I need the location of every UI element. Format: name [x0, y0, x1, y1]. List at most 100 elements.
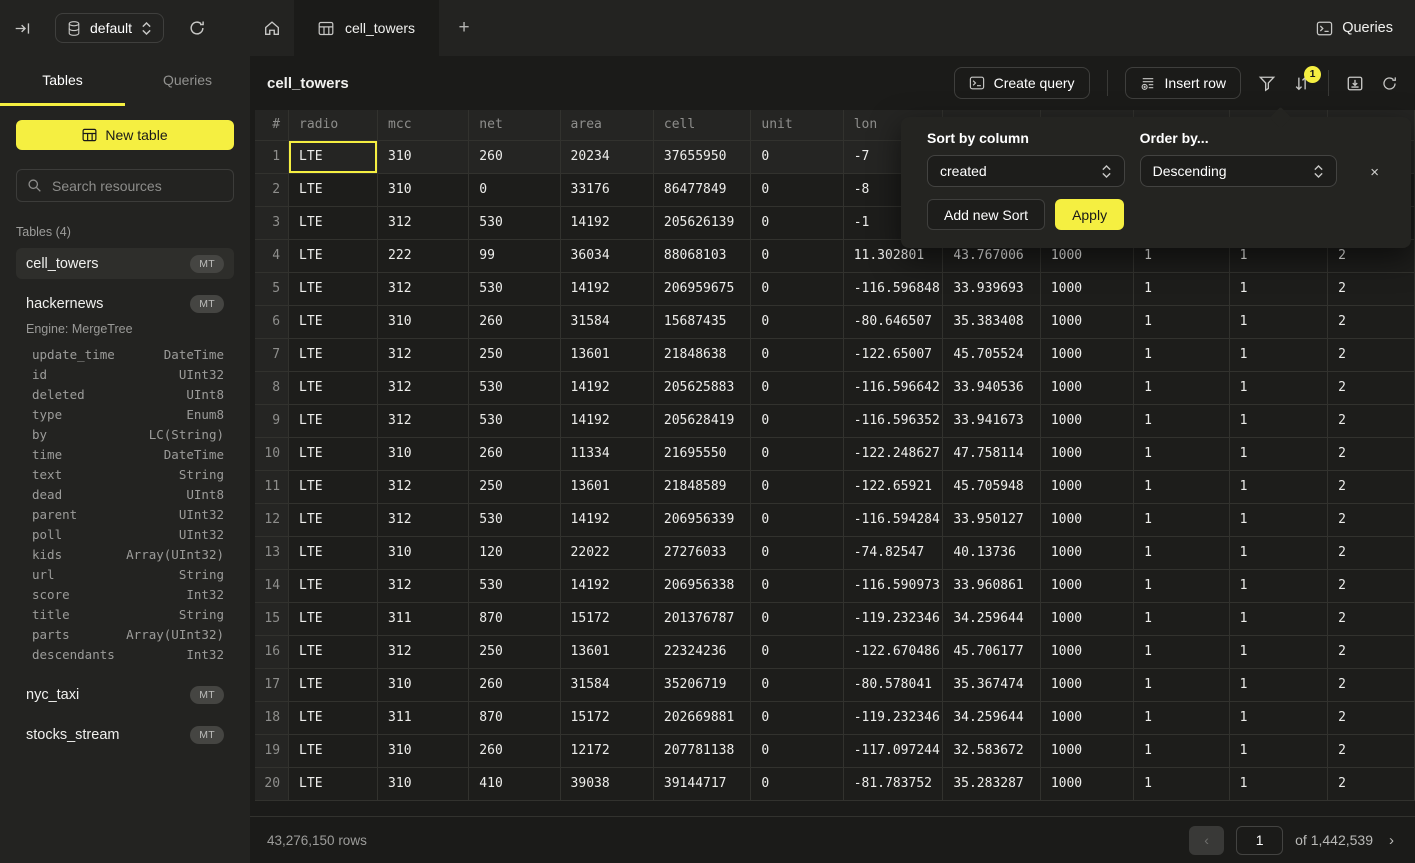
- table-cell[interactable]: 0: [469, 173, 560, 206]
- table-cell[interactable]: 870: [469, 602, 560, 635]
- table-cell[interactable]: -116.596642: [843, 371, 943, 404]
- table-cell[interactable]: 310: [378, 173, 469, 206]
- table-cell[interactable]: 35.383408: [943, 305, 1041, 338]
- table-cell[interactable]: -116.590973: [843, 569, 943, 602]
- search-input[interactable]: [50, 177, 223, 195]
- table-cell[interactable]: 14192: [560, 206, 653, 239]
- table-cell[interactable]: 88068103: [653, 239, 751, 272]
- table-cell[interactable]: 12172: [560, 734, 653, 767]
- sidebar-item-stocks-stream[interactable]: stocks_stream MT: [16, 719, 234, 750]
- table-cell[interactable]: LTE: [289, 437, 378, 470]
- table-cell[interactable]: 1000: [1040, 404, 1133, 437]
- table-cell[interactable]: 22022: [560, 536, 653, 569]
- table-cell[interactable]: 1000: [1040, 701, 1133, 734]
- table-cell[interactable]: -119.232346: [843, 602, 943, 635]
- table-cell[interactable]: 2: [1328, 668, 1415, 701]
- table-cell[interactable]: LTE: [289, 635, 378, 668]
- table-cell[interactable]: 260: [469, 140, 560, 173]
- table-cell[interactable]: 37655950: [653, 140, 751, 173]
- table-cell[interactable]: LTE: [289, 569, 378, 602]
- table-cell[interactable]: 1: [1229, 536, 1328, 569]
- table-cell[interactable]: 0: [751, 437, 843, 470]
- table-cell[interactable]: 36034: [560, 239, 653, 272]
- queries-button[interactable]: Queries: [1316, 0, 1393, 56]
- row-number[interactable]: 10: [255, 437, 289, 470]
- table-cell[interactable]: 310: [378, 140, 469, 173]
- table-cell[interactable]: 410: [469, 767, 560, 800]
- collapse-sidebar-icon[interactable]: [14, 20, 31, 37]
- new-tab-button[interactable]: +: [439, 0, 489, 56]
- column-header-unit[interactable]: unit: [751, 110, 843, 140]
- table-cell[interactable]: 21848589: [653, 470, 751, 503]
- table-cell[interactable]: LTE: [289, 767, 378, 800]
- table-cell[interactable]: 35206719: [653, 668, 751, 701]
- table-cell[interactable]: 0: [751, 701, 843, 734]
- table-cell[interactable]: -116.594284: [843, 503, 943, 536]
- sort-order-select[interactable]: Descending: [1140, 155, 1338, 187]
- table-cell[interactable]: LTE: [289, 470, 378, 503]
- table-cell[interactable]: 15687435: [653, 305, 751, 338]
- table-cell[interactable]: 2: [1328, 734, 1415, 767]
- table-cell[interactable]: 1: [1229, 305, 1328, 338]
- table-cell[interactable]: 312: [378, 206, 469, 239]
- table-cell[interactable]: 201376787: [653, 602, 751, 635]
- table-cell[interactable]: LTE: [289, 734, 378, 767]
- table-cell[interactable]: 33.950127: [943, 503, 1041, 536]
- row-number[interactable]: 12: [255, 503, 289, 536]
- table-cell[interactable]: 530: [469, 206, 560, 239]
- table-cell[interactable]: 202669881: [653, 701, 751, 734]
- table-cell[interactable]: 1000: [1040, 437, 1133, 470]
- table-cell[interactable]: -80.646507: [843, 305, 943, 338]
- table-cell[interactable]: 13601: [560, 470, 653, 503]
- table-cell[interactable]: 1: [1229, 371, 1328, 404]
- row-number[interactable]: 15: [255, 602, 289, 635]
- table-cell[interactable]: 27276033: [653, 536, 751, 569]
- table-cell[interactable]: 22324236: [653, 635, 751, 668]
- table-cell[interactable]: -122.65007: [843, 338, 943, 371]
- table-cell[interactable]: 1000: [1040, 635, 1133, 668]
- table-cell[interactable]: 222: [378, 239, 469, 272]
- table-cell[interactable]: LTE: [289, 668, 378, 701]
- table-cell[interactable]: 0: [751, 536, 843, 569]
- row-number[interactable]: 13: [255, 536, 289, 569]
- table-cell[interactable]: -116.596848: [843, 272, 943, 305]
- sidebar-tab-tables[interactable]: Tables: [0, 56, 125, 106]
- row-number[interactable]: 17: [255, 668, 289, 701]
- table-cell[interactable]: 1: [1229, 602, 1328, 635]
- sidebar-tab-queries[interactable]: Queries: [125, 56, 250, 106]
- table-cell[interactable]: 45.706177: [943, 635, 1041, 668]
- new-table-button[interactable]: New table: [16, 120, 234, 150]
- table-cell[interactable]: -122.65921: [843, 470, 943, 503]
- sidebar-item-hackernews[interactable]: hackernews MT: [16, 288, 234, 319]
- table-cell[interactable]: 13601: [560, 338, 653, 371]
- row-number[interactable]: 14: [255, 569, 289, 602]
- download-button[interactable]: [1346, 75, 1364, 92]
- page-number-input[interactable]: [1236, 826, 1283, 855]
- row-number[interactable]: 16: [255, 635, 289, 668]
- row-number[interactable]: 6: [255, 305, 289, 338]
- table-cell[interactable]: 250: [469, 470, 560, 503]
- filter-button[interactable]: [1258, 75, 1276, 92]
- table-cell[interactable]: 1: [1134, 734, 1229, 767]
- table-cell[interactable]: 312: [378, 338, 469, 371]
- row-number[interactable]: 11: [255, 470, 289, 503]
- apply-sort-button[interactable]: Apply: [1055, 199, 1124, 230]
- table-cell[interactable]: 35.367474: [943, 668, 1041, 701]
- add-new-sort-button[interactable]: Add new Sort: [927, 199, 1045, 230]
- table-cell[interactable]: 0: [751, 503, 843, 536]
- table-cell[interactable]: 0: [751, 767, 843, 800]
- database-selector[interactable]: default: [55, 13, 164, 43]
- table-cell[interactable]: 1: [1229, 338, 1328, 371]
- table-cell[interactable]: 2: [1328, 602, 1415, 635]
- column-header-mcc[interactable]: mcc: [378, 110, 469, 140]
- sidebar-item-cell-towers[interactable]: cell_towers MT: [16, 248, 234, 279]
- row-number[interactable]: 8: [255, 371, 289, 404]
- table-cell[interactable]: 20234: [560, 140, 653, 173]
- table-cell[interactable]: 0: [751, 602, 843, 635]
- table-cell[interactable]: 1000: [1040, 338, 1133, 371]
- column-header-area[interactable]: area: [560, 110, 653, 140]
- prev-page-button[interactable]: ‹: [1189, 826, 1224, 855]
- table-cell[interactable]: 530: [469, 404, 560, 437]
- table-cell[interactable]: 2: [1328, 272, 1415, 305]
- table-cell[interactable]: 34.259644: [943, 701, 1041, 734]
